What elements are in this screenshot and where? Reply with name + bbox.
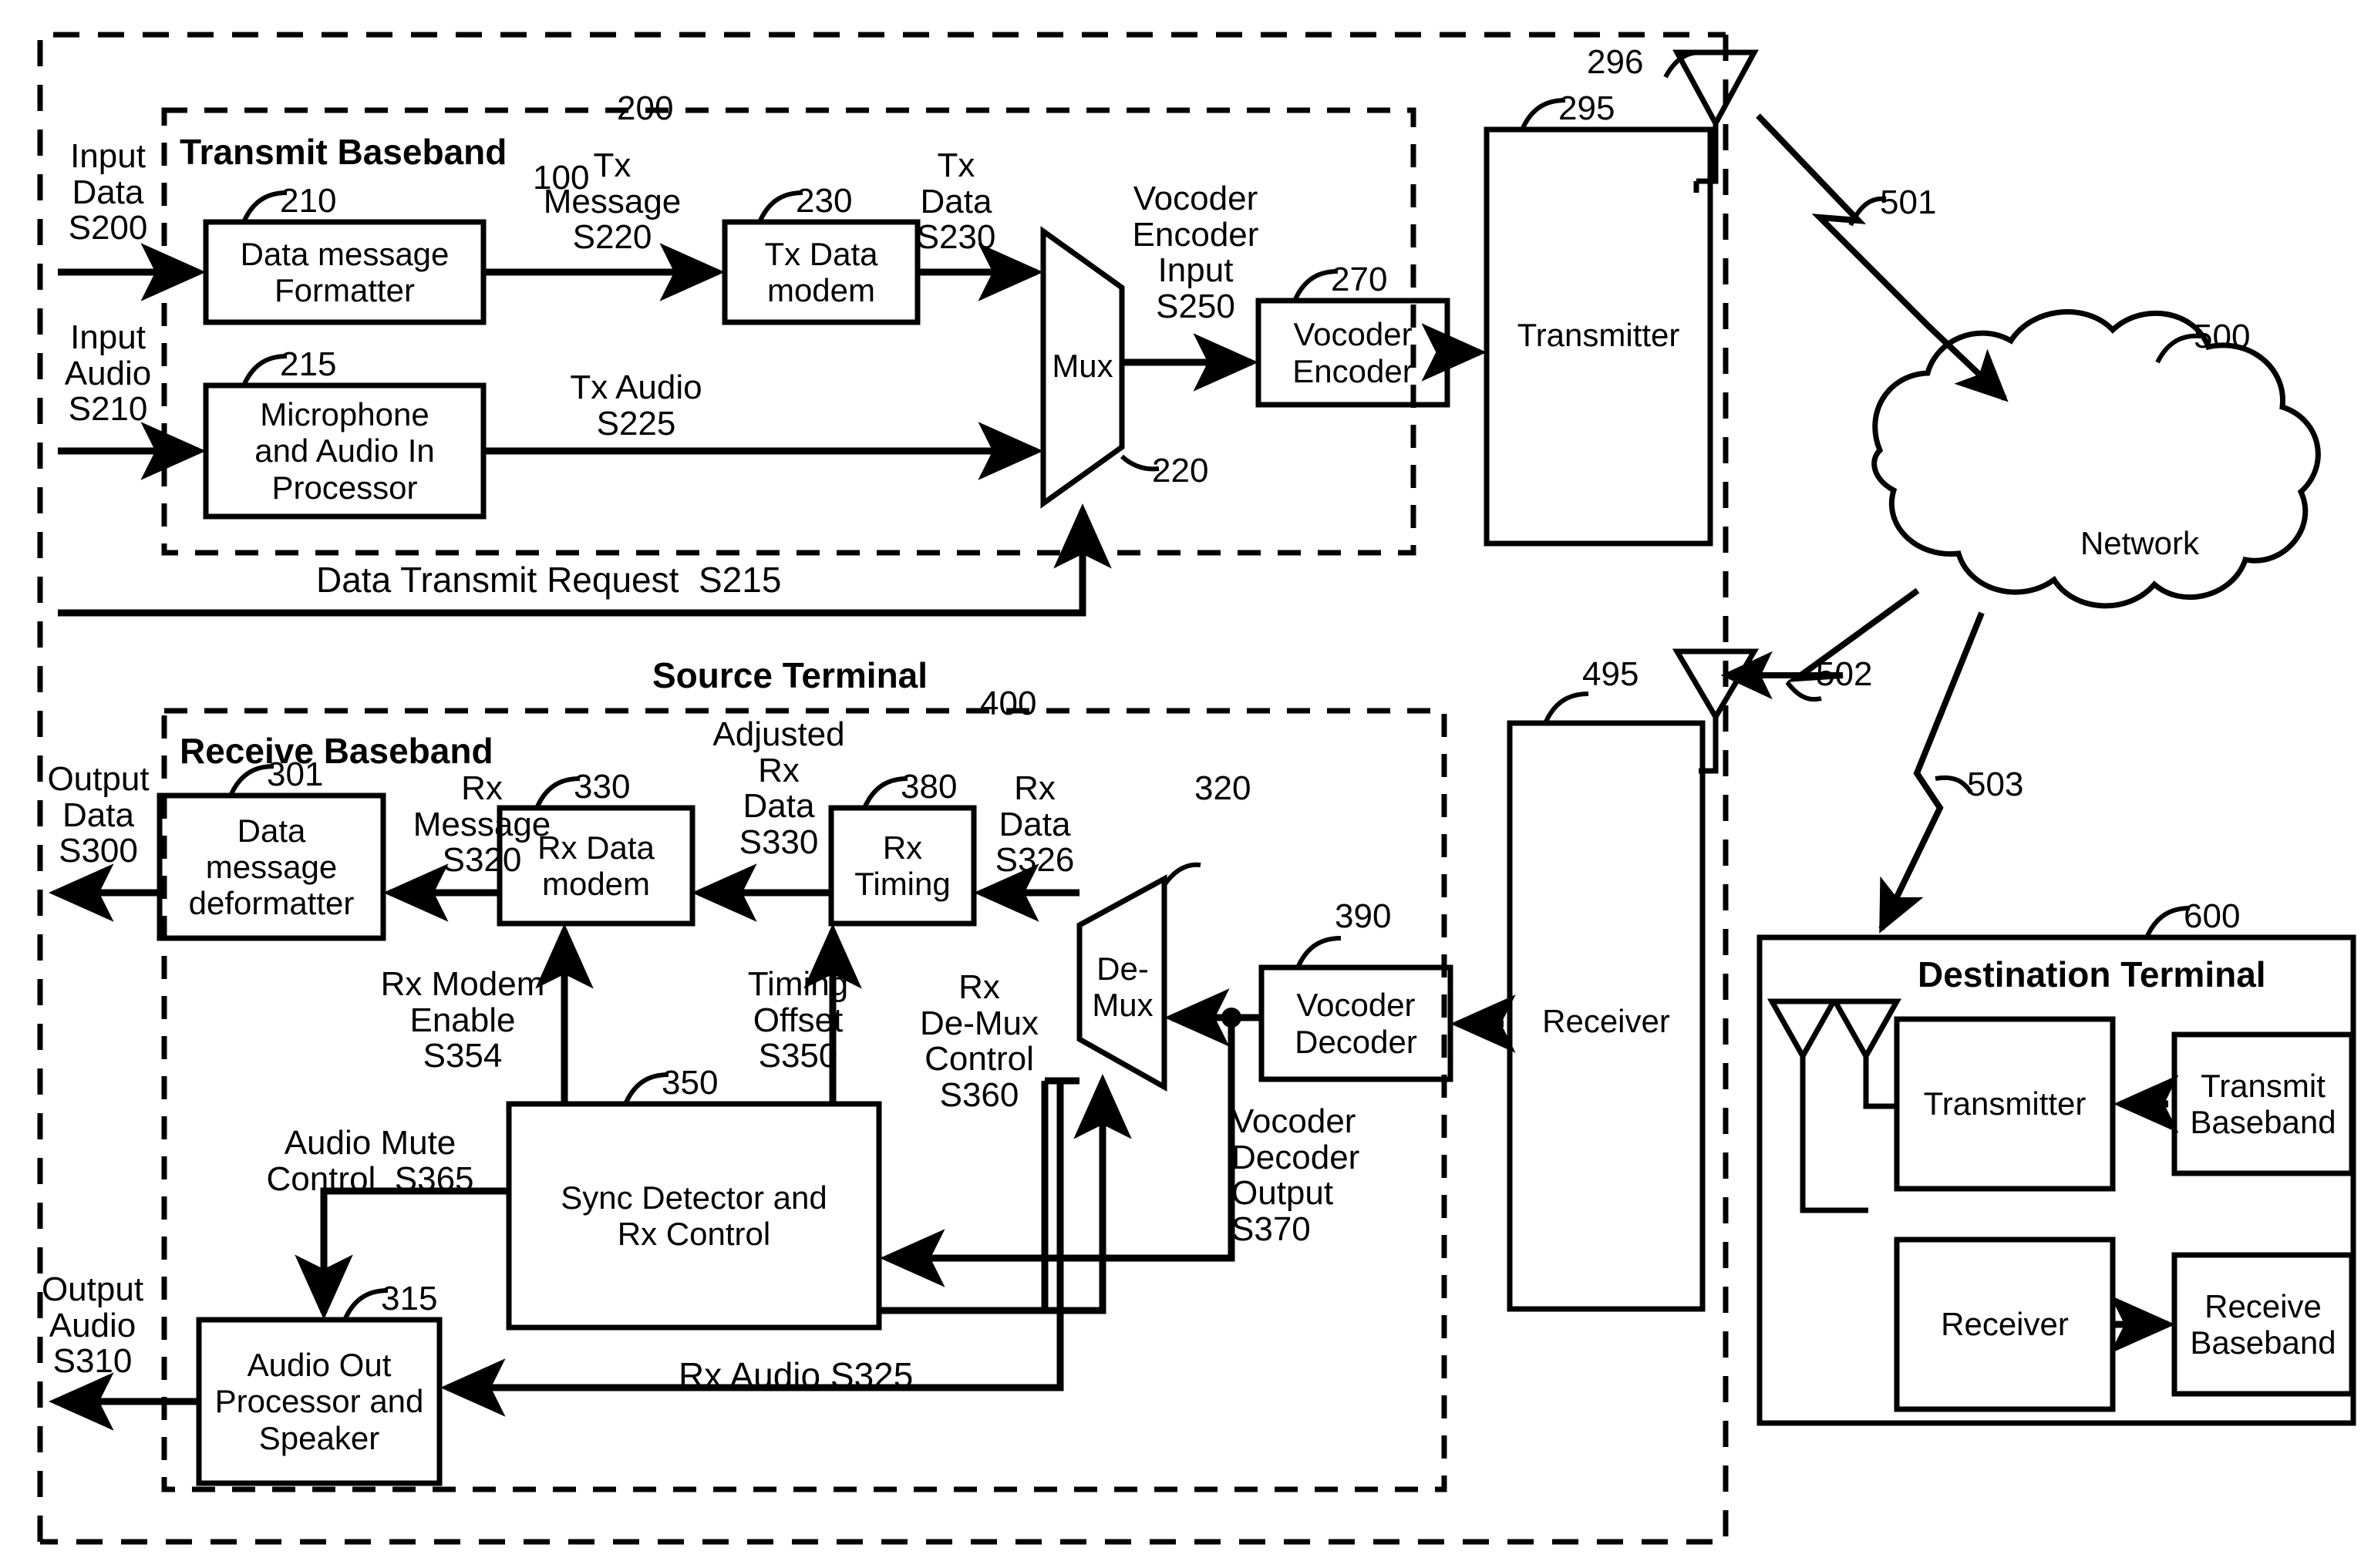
label-receiver: Receiver [1542,1003,1670,1040]
leader-320 [1162,862,1201,887]
signal-rx-data-s326: Rx Data S326 [995,769,1075,880]
label-dest-transmitter: Transmitter [1923,1085,2087,1122]
ref-320: 320 [1194,769,1251,807]
title-receive-baseband: Receive Baseband [180,731,493,771]
ref-295: 295 [1558,89,1615,127]
tx-antenna-296 [1672,49,1759,193]
rx-antenna [1672,648,1760,774]
line-rx-demux-control [879,1073,1132,1314]
leader-503 [1935,775,1973,794]
ref-501: 501 [1880,183,1937,221]
label-dest-transmit-baseband: Transmit Baseband [2190,1067,2336,1140]
ref-200: 200 [617,89,674,127]
link-501 [1756,113,2009,402]
label-data-message-formatter: Data message Formatter [240,235,450,308]
ref-270: 270 [1331,261,1388,298]
label-microphone-audio-in: Microphone and Audio In Processor [254,396,435,506]
signal-vocoder-encoder-input: Vocoder Encoder Input S250 [1132,180,1259,325]
label-sync-detector: Sync Detector and Rx Control [561,1179,827,1252]
signal-data-transmit-request: Data Transmit Request S215 [316,560,782,600]
label-dest-receiver: Receiver [1941,1306,2069,1343]
ref-400: 400 [980,685,1037,722]
signal-output-audio: Output Audio S310 [41,1270,144,1381]
patent-figure: 100 200 210 215 220 230 270 295 296 500 … [0,0,2361,1568]
ref-503: 503 [1967,765,2024,803]
ref-220: 220 [1152,452,1209,490]
ref-502: 502 [1816,655,1873,693]
ref-215: 215 [280,345,337,383]
leader-495 [1544,691,1589,723]
signal-rx-message: Rx Message S320 [413,769,551,880]
dest-antenna-2 [1831,998,1901,1109]
signal-rx-demux-control: Rx De-Mux Control S360 [919,968,1039,1114]
label-mux: Mux [1052,348,1113,385]
signal-vocoder-decoder-output: Vocoder Decoder Output S370 [1231,1102,1360,1248]
signal-input-data: Input Data S200 [68,137,148,247]
label-vocoder-decoder: Vocoder Decoder [1295,987,1417,1060]
title-source-terminal: Source Terminal [652,655,928,695]
ref-315: 315 [381,1280,438,1317]
ref-500: 500 [2194,318,2251,355]
title-transmit-baseband: Transmit Baseband [180,132,507,172]
ref-495: 495 [1582,655,1639,693]
signal-rx-modem-enable: Rx Modem Enable S354 [380,965,545,1075]
label-demux: De- Mux [1092,950,1154,1023]
label-dest-receive-baseband: Receive Baseband [2190,1287,2336,1361]
ref-230: 230 [796,182,853,220]
signal-tx-data: Tx Data S230 [916,146,996,257]
label-transmitter: Transmitter [1517,317,1680,354]
signal-adjusted-rx-data: Adjusted Rx Data S330 [712,715,845,861]
title-destination-terminal: Destination Terminal [1918,954,2266,994]
signal-timing-offset: Timing Offset S350 [747,965,849,1075]
signal-tx-audio: Tx Audio S225 [570,368,702,442]
ref-210: 210 [280,182,337,220]
signal-input-audio: Input Audio S210 [64,318,152,429]
ref-600: 600 [2184,897,2241,935]
ref-380: 380 [901,768,958,806]
ref-296: 296 [1587,43,1644,81]
label-audio-out: Audio Out Processor and Speaker [214,1347,424,1456]
signal-audio-mute-control: Audio Mute Control S365 [266,1124,474,1198]
signal-rx-audio: Rx Audio S325 [679,1355,914,1395]
ref-350: 350 [662,1064,719,1102]
ref-390: 390 [1335,897,1392,935]
label-data-message-deformatter: Data message deformatter [188,812,355,922]
label-network: Network [2080,525,2200,562]
signal-output-data: Output Data S300 [47,760,150,870]
ref-330: 330 [574,768,631,806]
leader-390 [1296,936,1342,967]
signal-tx-message: Tx Message S220 [543,146,682,257]
